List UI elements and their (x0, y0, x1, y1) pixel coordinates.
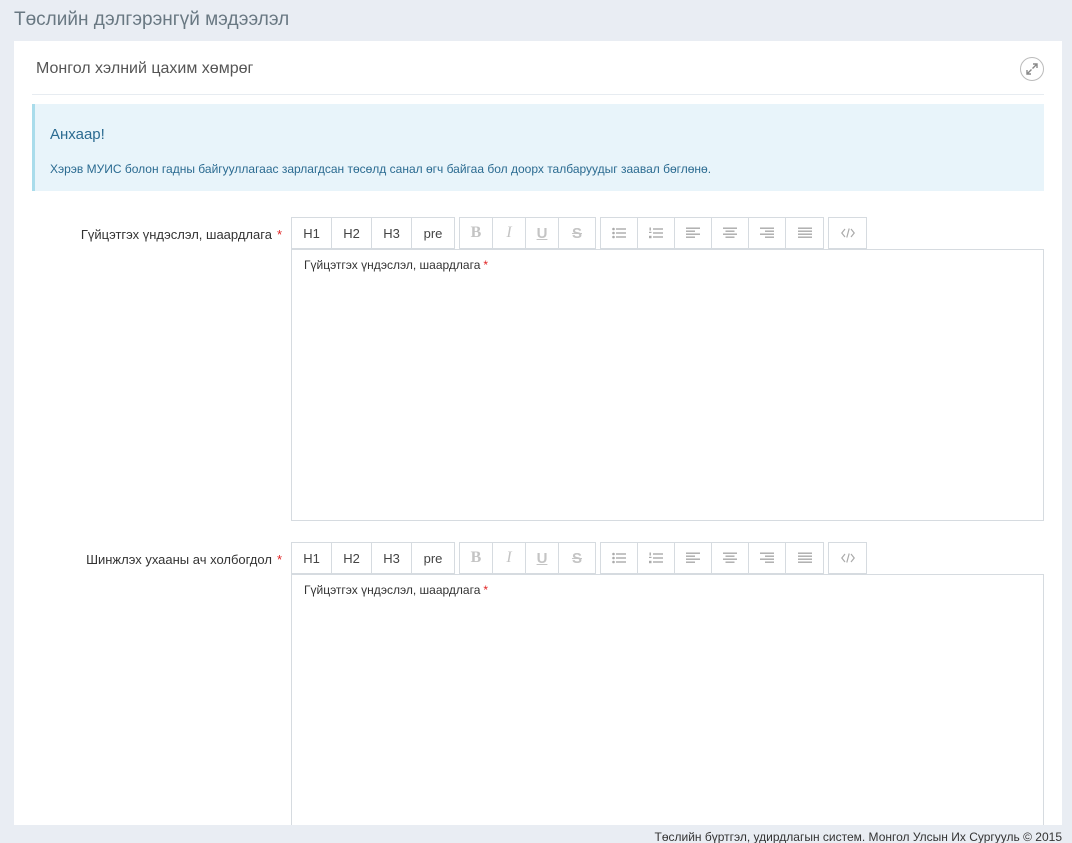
field-label-text: Гүйцэтгэх үндэслэл, шаардлага (80, 227, 272, 242)
align-left-icon (686, 552, 700, 563)
align-right-icon (760, 552, 774, 563)
panel-header: Монгол хэлний цахим хөмрөг (32, 41, 1044, 95)
editor-toolbar-requirements: H1 H2 H3 pre B I U S (291, 217, 871, 249)
editor-content: Гүйцэтгэх үндэслэл, шаардлага * (304, 583, 488, 597)
numbered-list-icon (649, 227, 663, 239)
list-align-group (600, 217, 824, 249)
underline-button[interactable]: U (525, 217, 559, 249)
code-view-button[interactable] (828, 542, 867, 574)
pre-button[interactable]: pre (411, 542, 455, 574)
editor-content: Гүйцэтгэх үндэслэл, шаардлага * (304, 258, 488, 272)
format-group: B I U S (459, 217, 596, 249)
required-mark: * (483, 258, 489, 272)
h2-button[interactable]: H2 (331, 542, 372, 574)
align-left-button[interactable] (674, 542, 712, 574)
field-label-significance: Шинжлэх ухааны ач холбогдол * (86, 552, 282, 567)
h3-button[interactable]: H3 (371, 542, 412, 574)
editor-requirements[interactable]: Гүйцэтгэх үндэслэл, шаардлага * (291, 249, 1044, 521)
underline-button[interactable]: U (525, 542, 559, 574)
h3-button[interactable]: H3 (371, 217, 412, 249)
editor-content-text: Гүйцэтгэх үндэслэл, шаардлага (304, 583, 481, 597)
italic-button[interactable]: I (492, 542, 526, 574)
align-justify-button[interactable] (785, 542, 824, 574)
h2-button[interactable]: H2 (331, 217, 372, 249)
numbered-list-icon (649, 552, 663, 564)
bold-button[interactable]: B (459, 542, 493, 574)
editor-toolbar-significance: H1 H2 H3 pre B I U S (291, 542, 871, 574)
field-label-requirements: Гүйцэтгэх үндэслэл, шаардлага * (81, 227, 282, 242)
align-center-icon (723, 227, 737, 238)
page-title: Төслийн дэлгэрэнгүй мэдээлэл (14, 9, 290, 30)
align-justify-icon (797, 552, 812, 563)
code-group (828, 217, 867, 249)
format-group: B I U S (459, 542, 596, 574)
align-left-button[interactable] (674, 217, 712, 249)
pre-button[interactable]: pre (411, 217, 455, 249)
expand-button[interactable] (1020, 57, 1044, 81)
code-group (828, 542, 867, 574)
align-justify-button[interactable] (785, 217, 824, 249)
panel-title: Монгол хэлний цахим хөмрөг (36, 60, 254, 77)
h1-button[interactable]: H1 (291, 542, 332, 574)
align-center-button[interactable] (711, 542, 749, 574)
code-view-button[interactable] (828, 217, 867, 249)
bullet-list-icon (612, 227, 626, 239)
bold-button[interactable]: B (459, 217, 493, 249)
h1-button[interactable]: H1 (291, 217, 332, 249)
alert-title: Анхаар! (50, 126, 105, 143)
numbered-list-button[interactable] (637, 217, 675, 249)
footer-text: Төслийн бүртгэл, удирдлагын систем. Монг… (654, 830, 1063, 843)
align-right-icon (760, 227, 774, 238)
align-right-button[interactable] (748, 217, 786, 249)
code-icon (840, 553, 855, 563)
expand-arrows-icon (1026, 63, 1038, 75)
strikethrough-button[interactable]: S (558, 542, 596, 574)
bullet-list-button[interactable] (600, 217, 638, 249)
numbered-list-button[interactable] (637, 542, 675, 574)
heading-group: H1 H2 H3 pre (291, 217, 455, 249)
required-mark: * (483, 583, 489, 597)
alert-text: Хэрэв МУИС болон гадны байгууллагаас зар… (50, 162, 712, 176)
align-left-icon (686, 227, 700, 238)
italic-button[interactable]: I (492, 217, 526, 249)
bullet-list-button[interactable] (600, 542, 638, 574)
align-center-icon (723, 552, 737, 563)
align-justify-icon (797, 227, 812, 238)
required-mark: * (276, 552, 282, 567)
code-icon (840, 228, 855, 238)
list-align-group (600, 542, 824, 574)
align-center-button[interactable] (711, 217, 749, 249)
notice-alert: Анхаар! Хэрэв МУИС болон гадны байгуулла… (32, 104, 1044, 191)
required-mark: * (276, 227, 282, 242)
field-label-text: Шинжлэх ухааны ач холбогдол (86, 552, 272, 567)
project-panel: Монгол хэлний цахим хөмрөг Анхаар! Хэрэв… (14, 41, 1062, 825)
editor-significance[interactable]: Гүйцэтгэх үндэслэл, шаардлага * (291, 574, 1044, 825)
strikethrough-button[interactable]: S (558, 217, 596, 249)
bullet-list-icon (612, 552, 626, 564)
heading-group: H1 H2 H3 pre (291, 542, 455, 574)
editor-content-text: Гүйцэтгэх үндэслэл, шаардлага (304, 258, 481, 272)
align-right-button[interactable] (748, 542, 786, 574)
